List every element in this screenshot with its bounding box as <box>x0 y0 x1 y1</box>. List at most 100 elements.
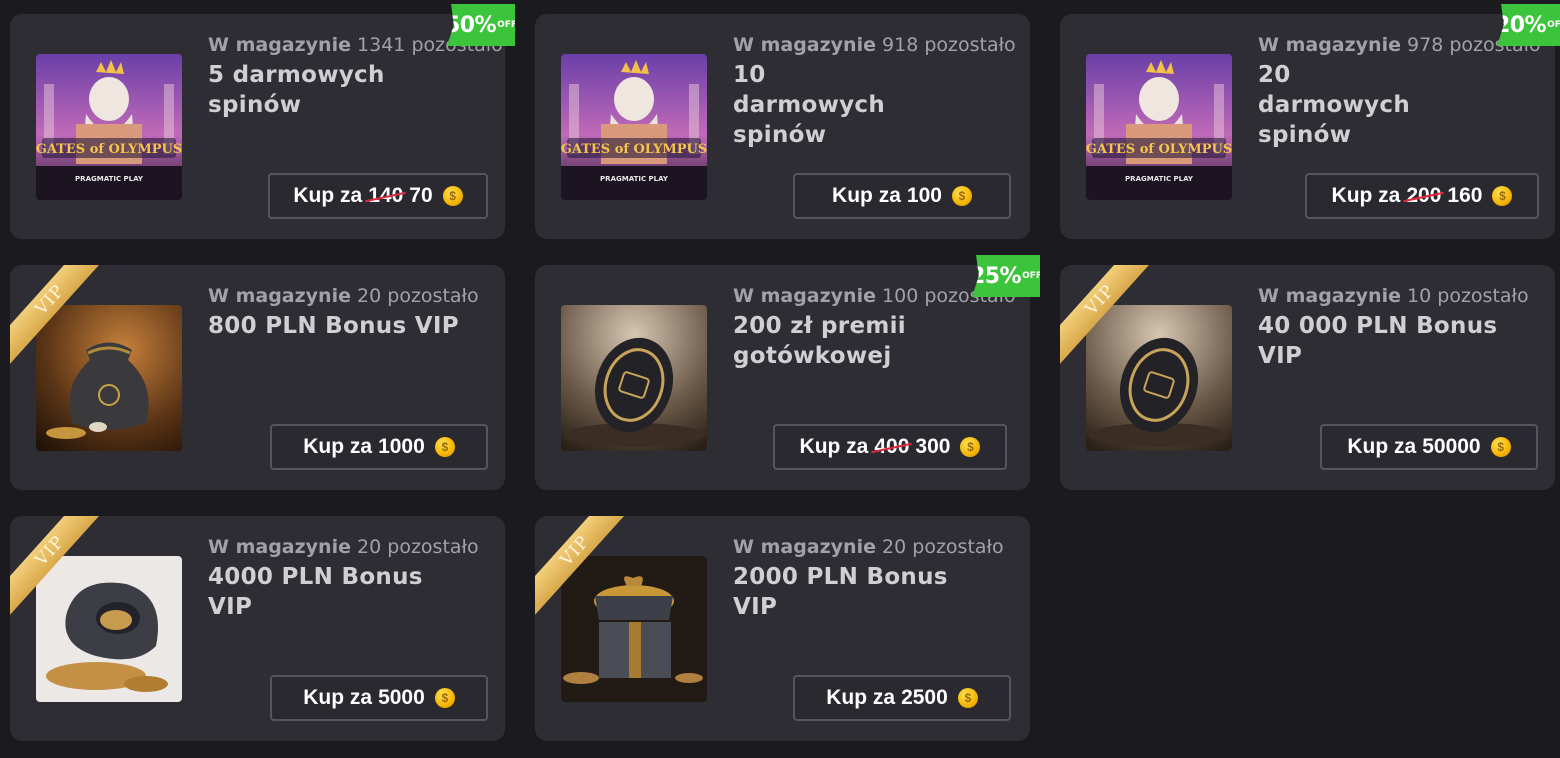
remaining-label: pozostało <box>1437 285 1529 307</box>
old-price: 200 <box>1406 184 1442 207</box>
coin-icon: $ <box>434 437 455 457</box>
remaining-label: pozostało <box>387 536 479 558</box>
discount-off-label: OFF <box>1022 270 1043 281</box>
discount-off-label: OFF <box>1547 19 1560 30</box>
stock-count: 100 <box>882 285 919 307</box>
buy-button[interactable]: Kup za 100 $ <box>793 173 1011 219</box>
discount-percent: 50% <box>444 12 497 38</box>
product-title: 5 darmowych spinów <box>208 62 385 118</box>
stock-label: W magazynie <box>208 34 351 56</box>
discount-off-label: OFF <box>497 19 518 30</box>
stock-count: 20 <box>357 536 382 558</box>
product-card[interactable]: W magazynie 10 pozostało 40 000 PLN Bonus… <box>1060 265 1555 490</box>
buy-button[interactable]: Kup za 140 70 $ <box>268 173 488 219</box>
vip-ribbon: VIP <box>535 516 625 616</box>
stock-label: W magazynie <box>733 34 876 56</box>
stock-label: W magazynie <box>208 536 351 558</box>
old-price: 140 <box>368 184 404 207</box>
discount-badge: 20%OFF <box>1497 4 1560 46</box>
stock-label: W magazynie <box>1258 285 1401 307</box>
buy-label: Kup za <box>1347 435 1417 458</box>
coin-icon: $ <box>951 186 972 206</box>
product-card[interactable]: GATES of OLYMPUS PRAGMATIC PLAY W magazy… <box>535 14 1030 239</box>
gates-of-olympus-thumbnail: GATES of OLYMPUS PRAGMATIC PLAY <box>561 54 707 200</box>
vip-ribbon: VIP <box>10 265 100 365</box>
stock-count: 20 <box>882 536 907 558</box>
buy-button[interactable]: Kup za 50000 $ <box>1320 424 1538 470</box>
thumbnail-subtitle: PRAGMATIC PLAY <box>600 175 669 183</box>
product-title: 2000 PLN Bonus VIP <box>733 564 948 620</box>
stock-info: W magazynie 20 pozostało <box>208 285 479 307</box>
stock-label: W magazynie <box>208 285 351 307</box>
casino-chip-thumbnail <box>561 305 707 451</box>
stock-info: W magazynie 918 pozostało <box>733 34 1016 56</box>
stock-count: 10 <box>1407 285 1432 307</box>
vip-ribbon-text: VIP <box>10 516 100 616</box>
product-title: 800 PLN Bonus VIP <box>208 313 459 339</box>
stock-info: W magazynie 20 pozostało <box>733 536 1004 558</box>
discount-percent: 25% <box>969 263 1022 289</box>
buy-label: Kup za <box>303 435 373 458</box>
stock-label: W magazynie <box>733 536 876 558</box>
product-title: 10 darmowych spinów <box>733 62 886 148</box>
stock-label: W magazynie <box>1258 34 1401 56</box>
buy-button[interactable]: Kup za 5000 $ <box>270 675 488 721</box>
buy-label: Kup za <box>832 184 901 207</box>
price: 5000 <box>378 686 425 709</box>
vip-ribbon: VIP <box>10 516 100 616</box>
coin-icon: $ <box>1492 186 1513 206</box>
coin-icon: $ <box>1490 437 1511 457</box>
buy-button[interactable]: Kup za 400 300 $ <box>773 424 1007 470</box>
stock-count: 978 <box>1407 34 1444 56</box>
price: 160 <box>1447 184 1483 207</box>
vip-ribbon-text: VIP <box>10 265 100 365</box>
product-title: 200 zł premii gotówkowej <box>733 313 906 369</box>
coin-icon: $ <box>434 688 455 708</box>
product-card[interactable]: W magazynie 100 pozostało 200 zł premii g… <box>535 255 1040 490</box>
price: 70 <box>409 184 433 207</box>
buy-button[interactable]: Kup za 1000 $ <box>270 424 488 470</box>
vip-ribbon: VIP <box>1060 265 1150 365</box>
coin-icon: $ <box>960 437 981 457</box>
coin-icon: $ <box>957 688 978 708</box>
stock-label: W magazynie <box>733 285 876 307</box>
discount-badge: 25% OFF <box>972 255 1040 297</box>
thumbnail-title: GATES of OLYMPUS <box>36 142 182 157</box>
coin-icon: $ <box>442 186 463 206</box>
buy-label: Kup za <box>826 686 896 709</box>
thumbnail-title: GATES of OLYMPUS <box>561 142 707 157</box>
price: 1000 <box>378 435 425 458</box>
buy-label: Kup za <box>293 184 363 207</box>
product-card[interactable]: W magazynie 20 pozostało 2000 PLN Bonus V… <box>535 516 1030 741</box>
discount-percent: 20% <box>1494 12 1547 38</box>
product-card[interactable]: GATES of OLYMPUS PRAGMATIC PLAY W magazy… <box>1060 4 1560 239</box>
vip-ribbon-text: VIP <box>1060 265 1150 365</box>
price: 50000 <box>1422 435 1481 458</box>
product-card[interactable]: W magazynie 20 pozostało 4000 PLN Bonus V… <box>10 516 505 741</box>
product-title: 4000 PLN Bonus VIP <box>208 564 423 620</box>
product-card[interactable]: W magazynie 20 pozostało 800 PLN Bonus VI… <box>10 265 505 490</box>
product-title: 40 000 PLN Bonus VIP <box>1258 313 1498 369</box>
buy-label: Kup za <box>1331 184 1401 207</box>
remaining-label: pozostało <box>912 536 1004 558</box>
thumbnail-subtitle: PRAGMATIC PLAY <box>75 175 144 183</box>
gates-of-olympus-thumbnail: GATES of OLYMPUS PRAGMATIC PLAY <box>1086 54 1232 200</box>
remaining-label: pozostało <box>387 285 479 307</box>
product-title: 20 darmowych spinów <box>1258 62 1411 148</box>
stock-count: 918 <box>882 34 919 56</box>
product-card[interactable]: GATES of OLYMPUS PRAGMATIC PLAY W magazy… <box>10 4 515 239</box>
price: 100 <box>906 184 942 207</box>
buy-button[interactable]: Kup za 200 160 $ <box>1305 173 1539 219</box>
stock-info: W magazynie 10 pozostało <box>1258 285 1529 307</box>
thumbnail-subtitle: PRAGMATIC PLAY <box>1125 175 1194 183</box>
buy-button[interactable]: Kup za 2500 $ <box>793 675 1011 721</box>
buy-label: Kup za <box>303 686 373 709</box>
remaining-label: pozostało <box>924 34 1016 56</box>
stock-count: 20 <box>357 285 382 307</box>
stock-count: 1341 <box>357 34 406 56</box>
vip-ribbon-text: VIP <box>535 516 625 616</box>
old-price: 400 <box>874 435 910 458</box>
discount-badge: 50% OFF <box>447 4 515 46</box>
stock-info: W magazynie 20 pozostało <box>208 536 479 558</box>
price: 2500 <box>901 686 948 709</box>
